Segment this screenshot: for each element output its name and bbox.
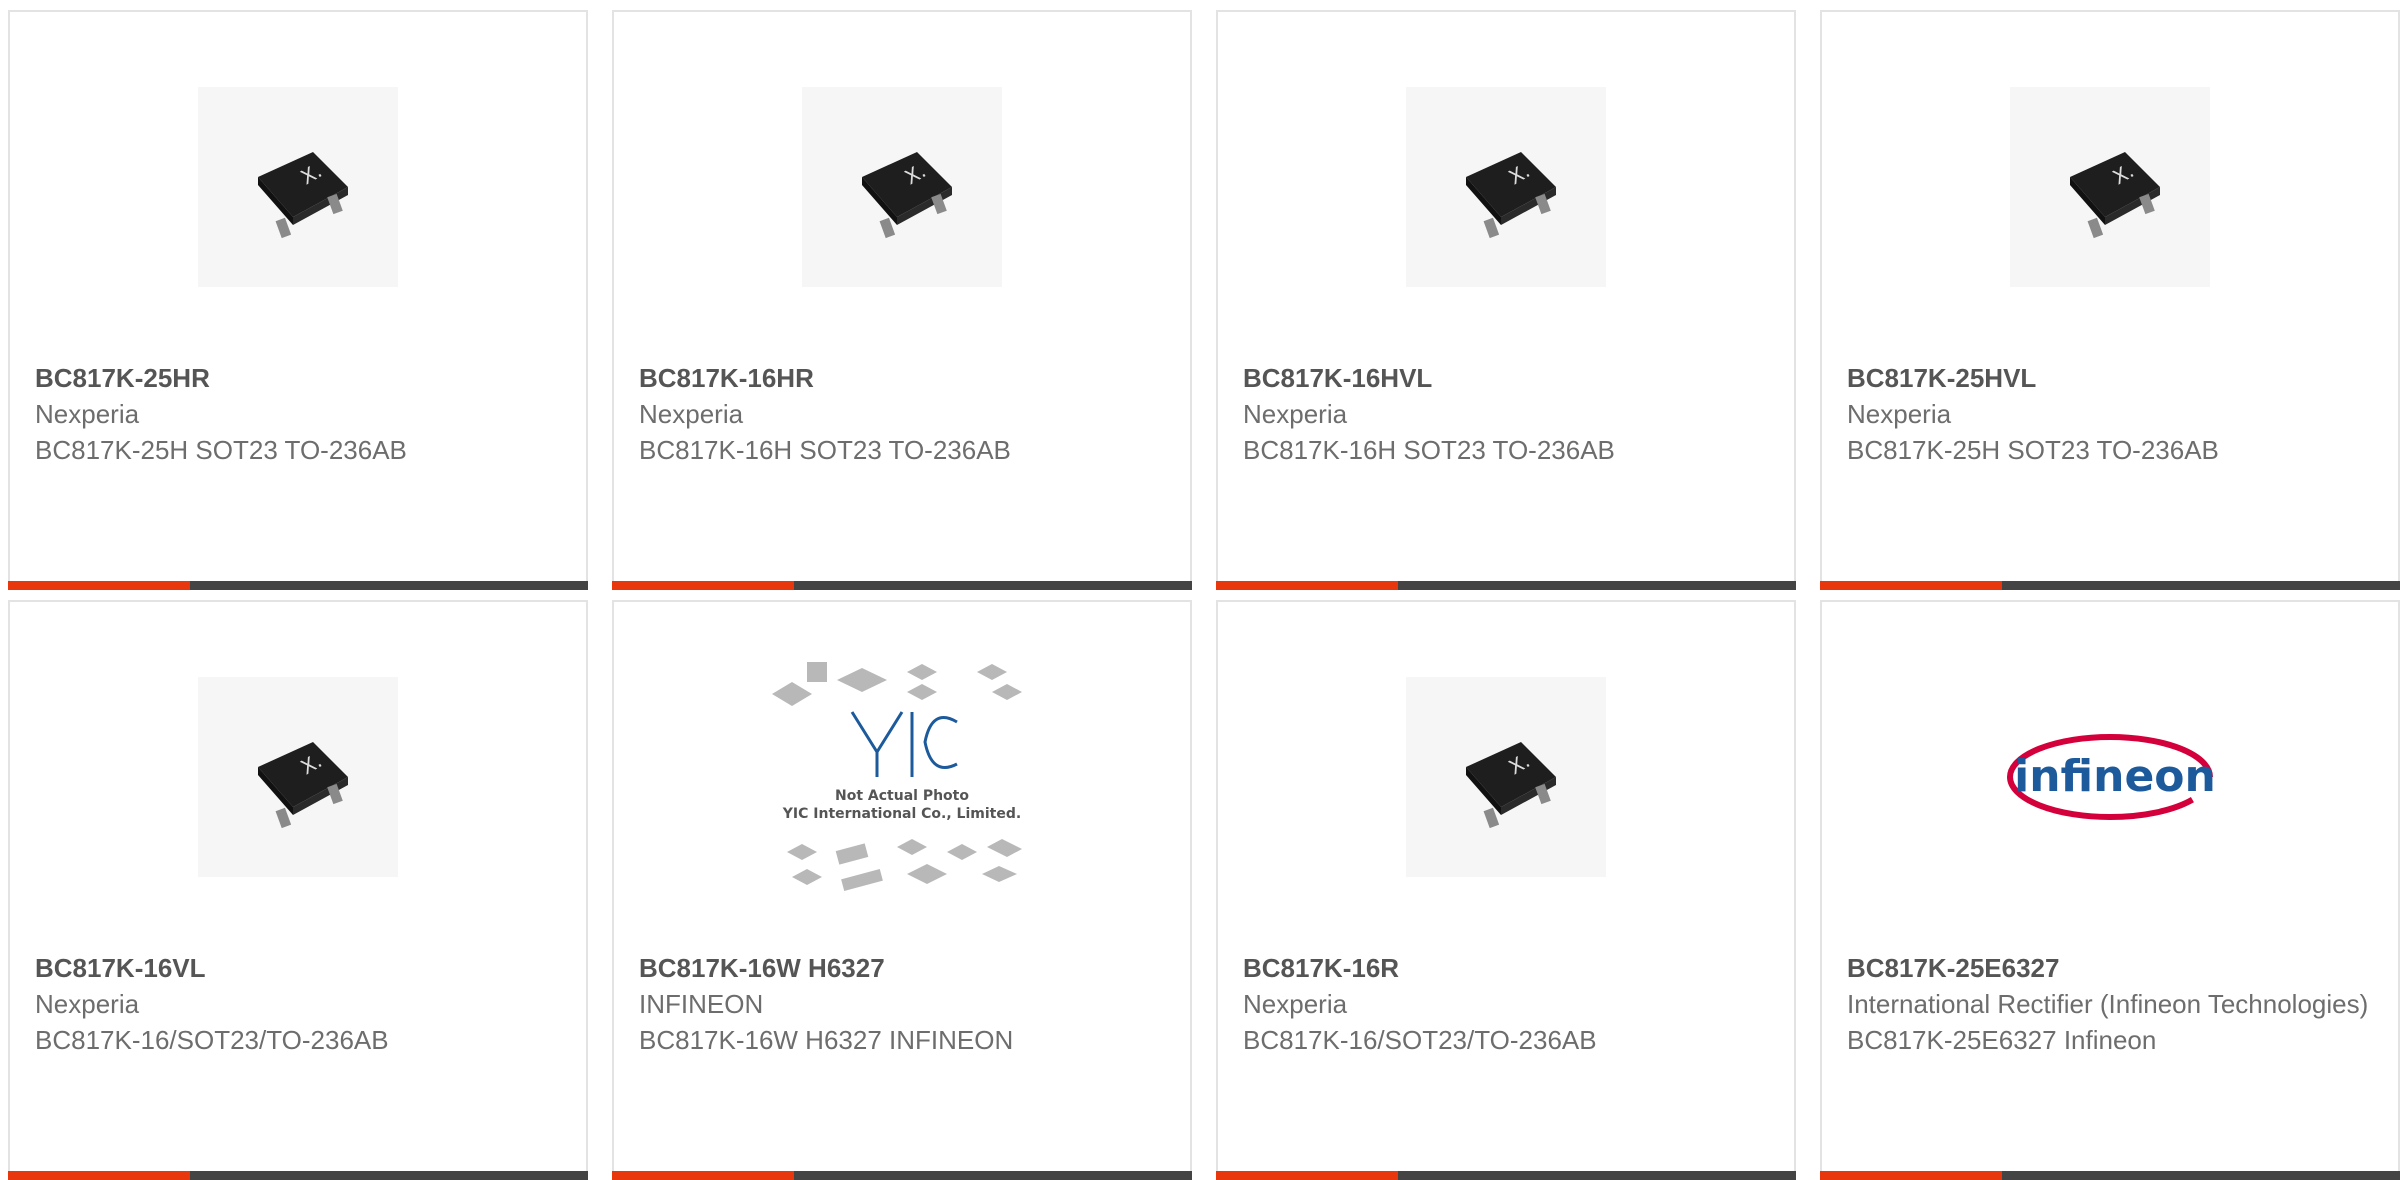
card-footer-bar [1216,581,1796,590]
product-card[interactable]: X. BC817K-16R Nexperia BC817K-16/SOT23/T… [1216,600,1796,1180]
product-image[interactable]: X. [1218,662,1794,892]
description: BC817K-25H SOT23 TO-236AB [35,435,407,465]
sot23-transistor-icon: X. [2070,152,2160,239]
part-number[interactable]: BC817K-16W H6327 [639,950,1165,986]
description: BC817K-16W H6327 INFINEON [639,1025,1014,1055]
description: BC817K-25H SOT23 TO-236AB [1847,435,2219,465]
part-number[interactable]: BC817K-25HVL [1847,360,2373,396]
card-footer-bar [612,1171,1192,1180]
product-card[interactable]: Not Actual Photo YIC International Co., … [612,600,1192,1180]
product-image[interactable]: Not Actual Photo YIC International Co., … [614,662,1190,892]
product-image[interactable]: X. [1218,72,1794,302]
description: BC817K-16/SOT23/TO-236AB [1243,1025,1597,1055]
part-number[interactable]: BC817K-25HR [35,360,561,396]
part-number[interactable]: BC817K-16VL [35,950,561,986]
placeholder-caption-1: Not Actual Photo [835,788,969,804]
sot23-transistor-icon: X. [862,152,952,239]
manufacturer: International Rectifier (Infineon Techno… [1847,989,2369,1019]
manufacturer: Nexperia [1847,399,1952,429]
infineon-logo-text: infineon [2014,751,2216,802]
infineon-logo-icon: infineon [2007,734,2216,820]
card-footer-bar [1820,581,2400,590]
card-footer-bar [1820,1171,2400,1180]
product-image[interactable]: X. [614,72,1190,302]
product-card[interactable]: infineon BC817K-25E6327 International Re… [1820,600,2400,1180]
card-footer-bar [8,1171,588,1180]
product-card[interactable]: X. BC817K-16HVL Nexperia BC817K-16H SOT2… [1216,10,1796,590]
card-footer-bar [8,581,588,590]
product-image[interactable]: X. [1822,72,2398,302]
manufacturer: Nexperia [35,989,140,1019]
description: BC817K-16/SOT23/TO-236AB [35,1025,389,1055]
manufacturer: INFINEON [639,989,764,1019]
sot23-transistor-icon: X. [1466,742,1556,829]
description: BC817K-16H SOT23 TO-236AB [639,435,1011,465]
manufacturer: Nexperia [1243,399,1348,429]
product-card[interactable]: X. BC817K-25HVL Nexperia BC817K-25H SOT2… [1820,10,2400,590]
product-card[interactable]: X. BC817K-16HR Nexperia BC817K-16H SOT23… [612,10,1192,590]
manufacturer: Nexperia [35,399,140,429]
part-number[interactable]: BC817K-16HR [639,360,1165,396]
card-footer-bar [612,581,1192,590]
manufacturer: Nexperia [1243,989,1348,1019]
part-number[interactable]: BC817K-16HVL [1243,360,1769,396]
sot23-transistor-icon: X. [1466,152,1556,239]
placeholder-caption-2: YIC International Co., Limited. [782,806,1021,822]
part-number[interactable]: BC817K-25E6327 [1847,950,2373,986]
card-footer-bar [1216,1171,1796,1180]
sot23-transistor-icon: X. [258,742,348,829]
product-card[interactable]: X. BC817K-25HR Nexperia BC817K-25H SOT23… [8,10,588,590]
product-image[interactable]: X. [10,72,586,302]
part-number[interactable]: BC817K-16R [1243,950,1769,986]
sot23-transistor-icon: X. [258,152,348,239]
product-image[interactable]: X. [10,662,586,892]
description: BC817K-16H SOT23 TO-236AB [1243,435,1615,465]
not-actual-photo-placeholder-icon: Not Actual Photo YIC International Co., … [772,662,1022,891]
manufacturer: Nexperia [639,399,744,429]
product-image[interactable]: infineon [1822,662,2398,892]
description: BC817K-25E6327 Infineon [1847,1025,2157,1055]
product-card[interactable]: X. BC817K-16VL Nexperia BC817K-16/SOT23/… [8,600,588,1180]
